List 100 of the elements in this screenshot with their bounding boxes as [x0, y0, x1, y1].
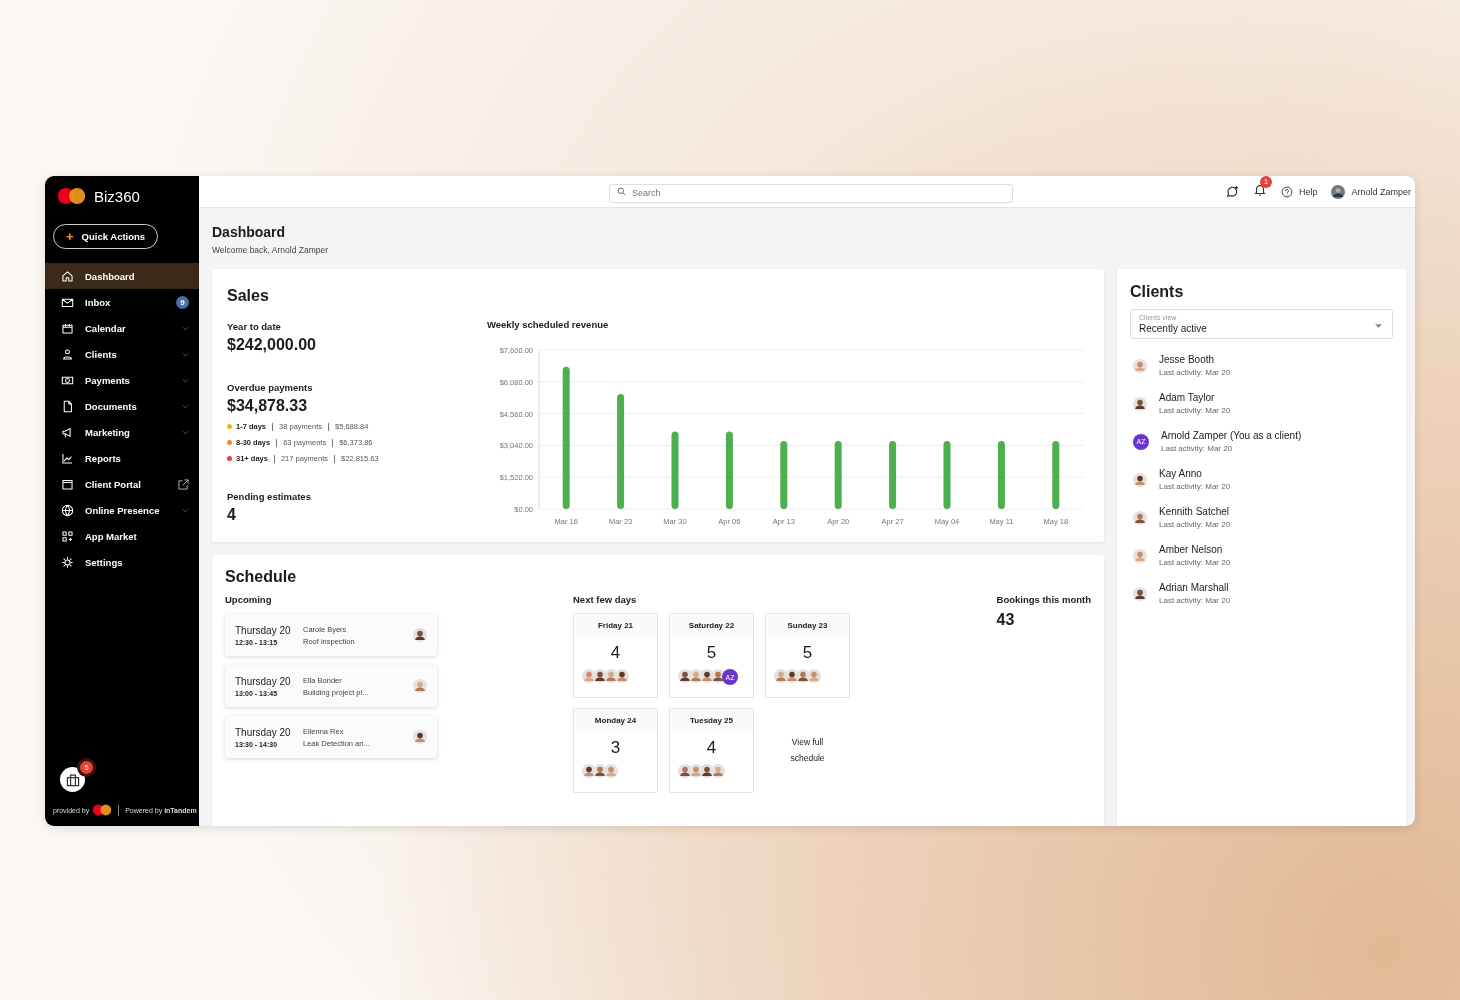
chevron-icon [182, 377, 189, 383]
sidebar-item[interactable]: Dashboard [45, 263, 199, 289]
chevron-icon [182, 507, 189, 513]
day-count: 5 [802, 643, 813, 663]
bar [889, 441, 897, 509]
brand-name: Biz360 [94, 187, 140, 205]
appointment-day: Thursday 20 [235, 726, 303, 738]
client-activity: Last activity: Mar 20 [1161, 444, 1234, 453]
caret-icon [1375, 324, 1382, 328]
day-count: 4 [610, 643, 621, 663]
avatar-icon [711, 764, 725, 778]
day-card[interactable]: Tuesday 25 4 [669, 708, 754, 793]
avatar-icon [1133, 358, 1147, 373]
client-name[interactable]: Jesse Booth [1159, 354, 1231, 365]
sidebar-item[interactable]: Payments [45, 367, 199, 393]
avatar-icon [1331, 184, 1346, 199]
nav-icon [61, 503, 74, 517]
logo-icon [92, 804, 113, 816]
nav-icon [61, 321, 74, 335]
client-name[interactable]: Amber Nelson [1159, 544, 1231, 555]
client-name[interactable]: Adam Taylor [1159, 392, 1231, 403]
avatar-icon [807, 669, 821, 683]
sidebar-item[interactable]: Calendar [45, 315, 199, 341]
sidebar-item[interactable]: Marketing [45, 419, 199, 445]
notification-badge: 1 [1259, 176, 1272, 188]
stat-label: Overdue payments [227, 382, 314, 393]
chevron-icon [182, 325, 189, 331]
help-icon [1280, 185, 1293, 198]
day-card[interactable]: Sunday 23 5 [765, 613, 850, 698]
help-button[interactable]: Help [1280, 185, 1318, 198]
stat-value: $242,000.00 [227, 336, 317, 354]
avatar-icon [1133, 586, 1147, 601]
logo-icon [57, 187, 86, 205]
bar [834, 441, 842, 509]
chevron-icon [182, 351, 189, 357]
client-activity: Last activity: Mar 20 [1159, 406, 1231, 415]
avatar-icon [413, 730, 427, 744]
nav-icon [61, 269, 74, 283]
sidebar-item[interactable]: App Market [45, 523, 199, 549]
chevron-icon [182, 403, 189, 409]
nav-icon [61, 529, 74, 543]
client-name[interactable]: Adrian Marshall [1159, 582, 1231, 593]
user-menu[interactable]: Arnold Zamper [1331, 184, 1411, 199]
nav-icon [61, 399, 74, 413]
sidebar-item[interactable]: Documents [45, 393, 199, 419]
day-card[interactable]: Monday 24 3 [573, 708, 658, 793]
search-icon [617, 187, 626, 196]
sidebar-item[interactable]: Reports [45, 445, 199, 471]
day-label: Monday 24 [574, 709, 657, 732]
sidebar-item[interactable]: Clients [45, 341, 199, 367]
stat-label: Bookings this month [996, 594, 1091, 605]
sidebar-item[interactable]: Online Presence [45, 497, 199, 523]
stat-value: $34,878.33 [227, 397, 309, 415]
card-title: Clients [1130, 283, 1185, 301]
nav-icon [61, 347, 74, 361]
client-name[interactable]: Arnold Zamper (You as a client) [1161, 430, 1302, 441]
chat-icon[interactable] [1224, 184, 1239, 199]
avatar-icon [615, 669, 629, 683]
client-activity: Last activity: Mar 20 [1159, 596, 1231, 605]
card-title: Sales [227, 287, 270, 305]
avatar-icon [604, 764, 618, 778]
bar [780, 441, 788, 509]
day-label: Friday 21 [574, 614, 657, 637]
quick-actions-button[interactable]: + Quick Actions [53, 224, 158, 249]
stat-value: 43 [996, 611, 1016, 629]
bell-icon[interactable] [1252, 182, 1267, 197]
client-name[interactable]: Kennith Satchel [1159, 506, 1231, 517]
chart-title: Weekly scheduled revenue [487, 319, 610, 330]
search-field[interactable]: Search [609, 183, 1013, 203]
client-activity: Last activity: Mar 20 [1159, 482, 1231, 491]
day-count: 5 [706, 643, 717, 663]
sidebar-item[interactable]: Client Portal [45, 471, 199, 497]
appointment-day: Thursday 20 [235, 624, 303, 636]
chevron-icon [182, 429, 189, 435]
avatar-icon [1133, 548, 1147, 563]
stat-value: 4 [227, 506, 237, 524]
stat-label: Pending estimates [227, 491, 312, 502]
avatar-icon [1133, 510, 1147, 525]
page-subtitle: Welcome back, Arnold Zamper [212, 245, 330, 255]
client-activity: Last activity: Mar 20 [1159, 520, 1231, 529]
nav-icon [61, 425, 74, 439]
sidebar-item[interactable]: Inbox 9 [45, 289, 199, 315]
sidebar-item[interactable]: Settings [45, 549, 199, 575]
external-link-icon [178, 478, 189, 490]
bar [1052, 441, 1060, 509]
view-schedule-link[interactable]: View full schedule [777, 735, 838, 766]
briefcase-button[interactable] [60, 767, 85, 792]
day-label: Sunday 23 [766, 614, 849, 637]
card-title: Schedule [225, 568, 298, 586]
avatar-icon [1133, 472, 1147, 487]
page-title: Dashboard [212, 224, 287, 240]
client-name[interactable]: Kay Anno [1159, 468, 1231, 479]
avatar-icon [413, 628, 427, 642]
day-count: 3 [610, 738, 621, 758]
nav-icon [61, 451, 74, 465]
day-card[interactable]: Friday 21 4 [573, 613, 658, 698]
day-label: Tuesday 25 [670, 709, 753, 732]
nav-icon [61, 477, 74, 491]
day-label: Saturday 22 [670, 614, 753, 637]
avatar-icon [413, 679, 427, 693]
